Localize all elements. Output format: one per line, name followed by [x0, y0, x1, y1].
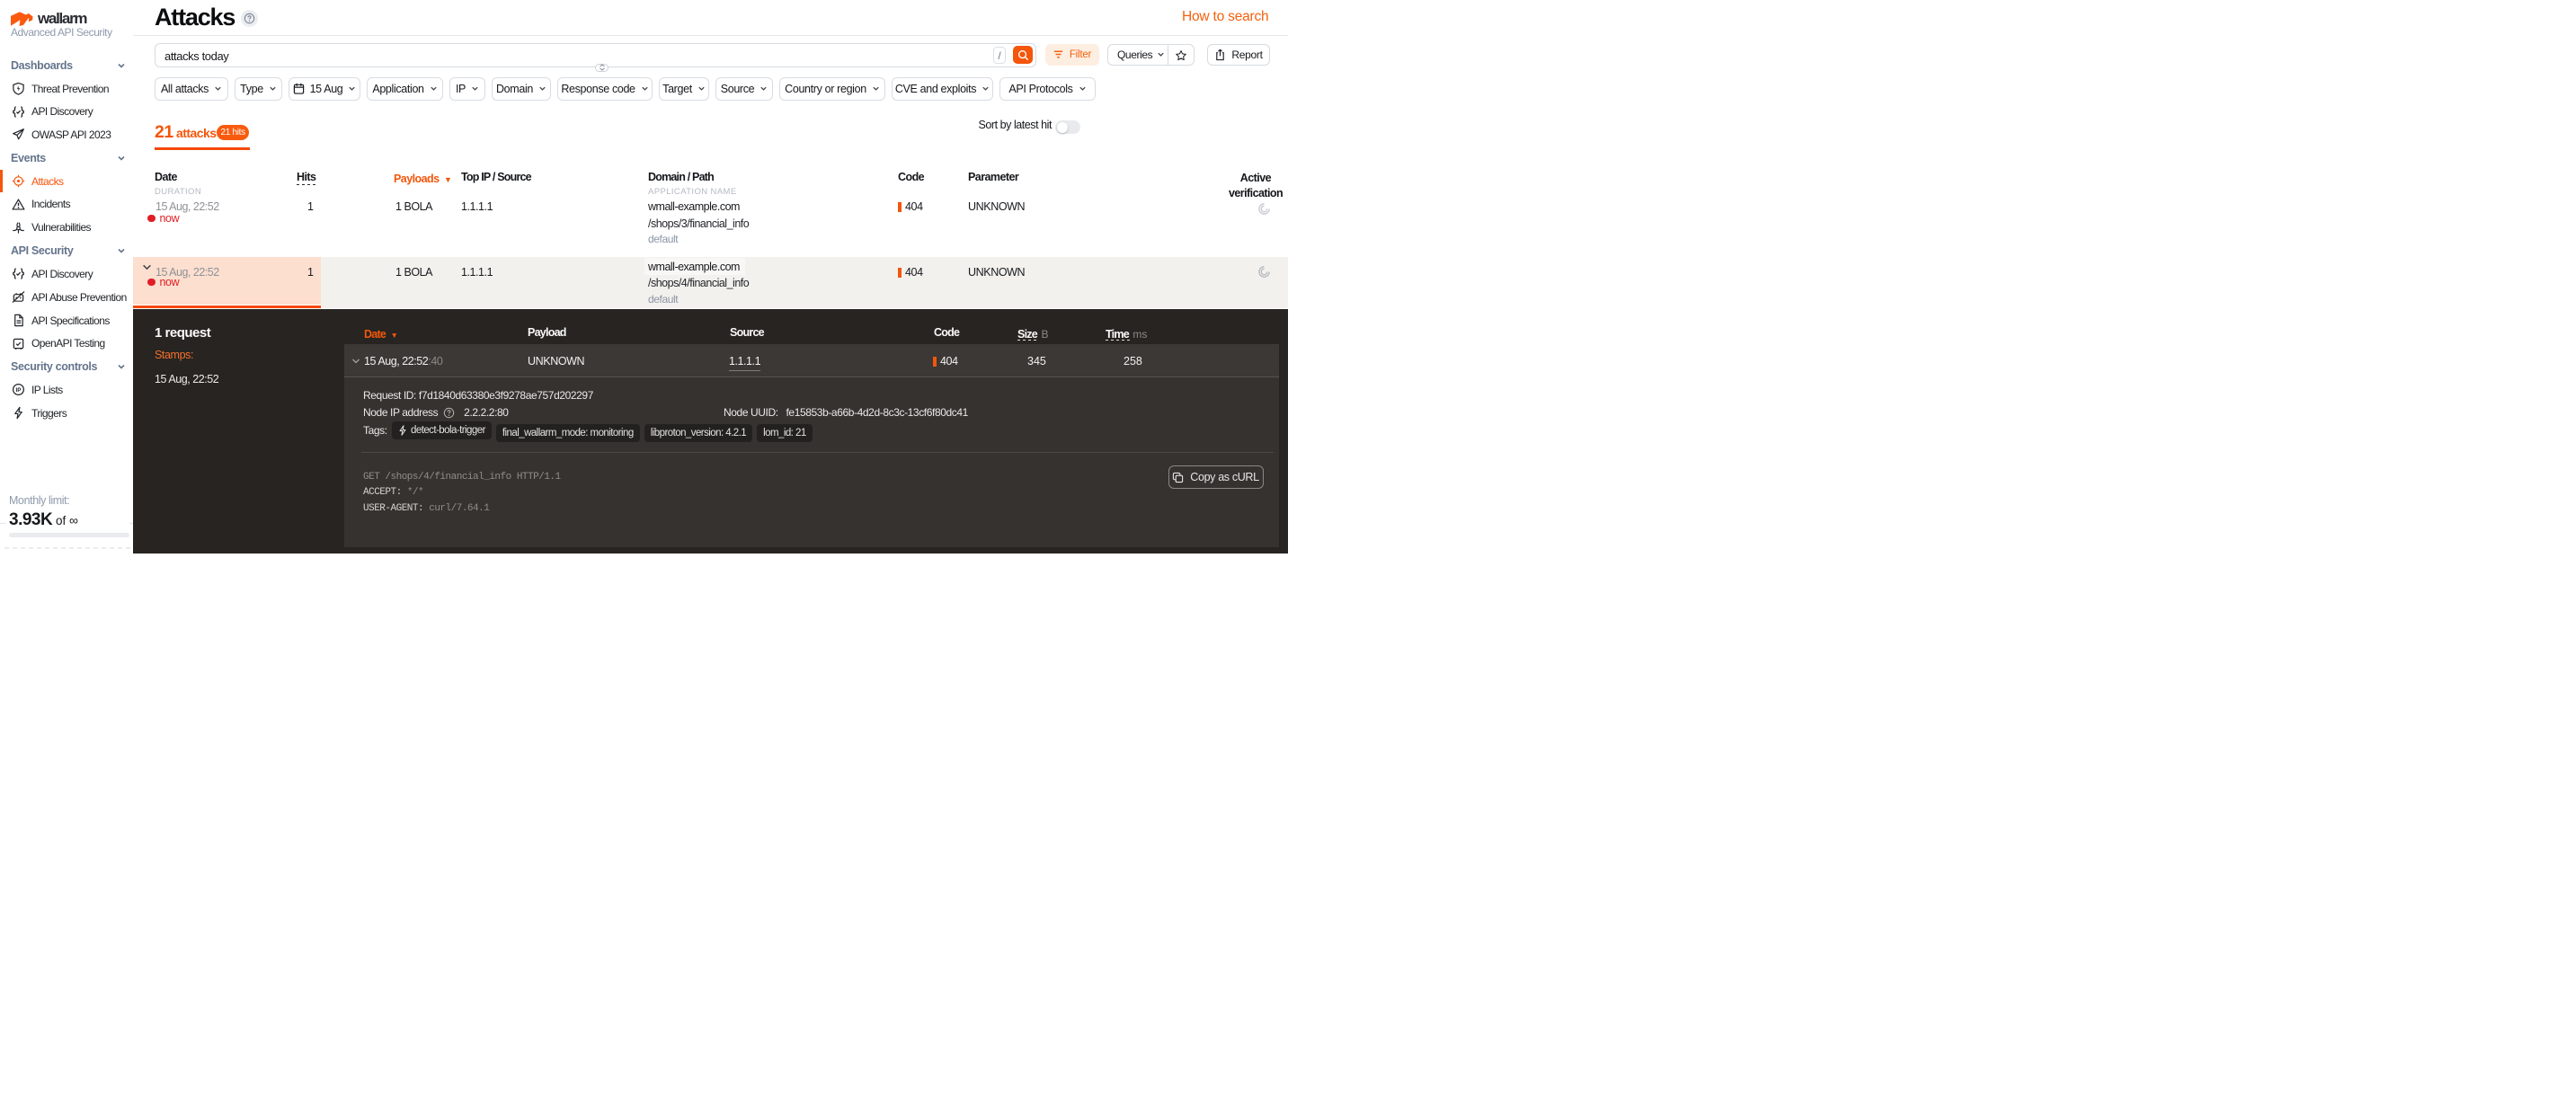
svg-text:IP: IP: [15, 387, 22, 394]
